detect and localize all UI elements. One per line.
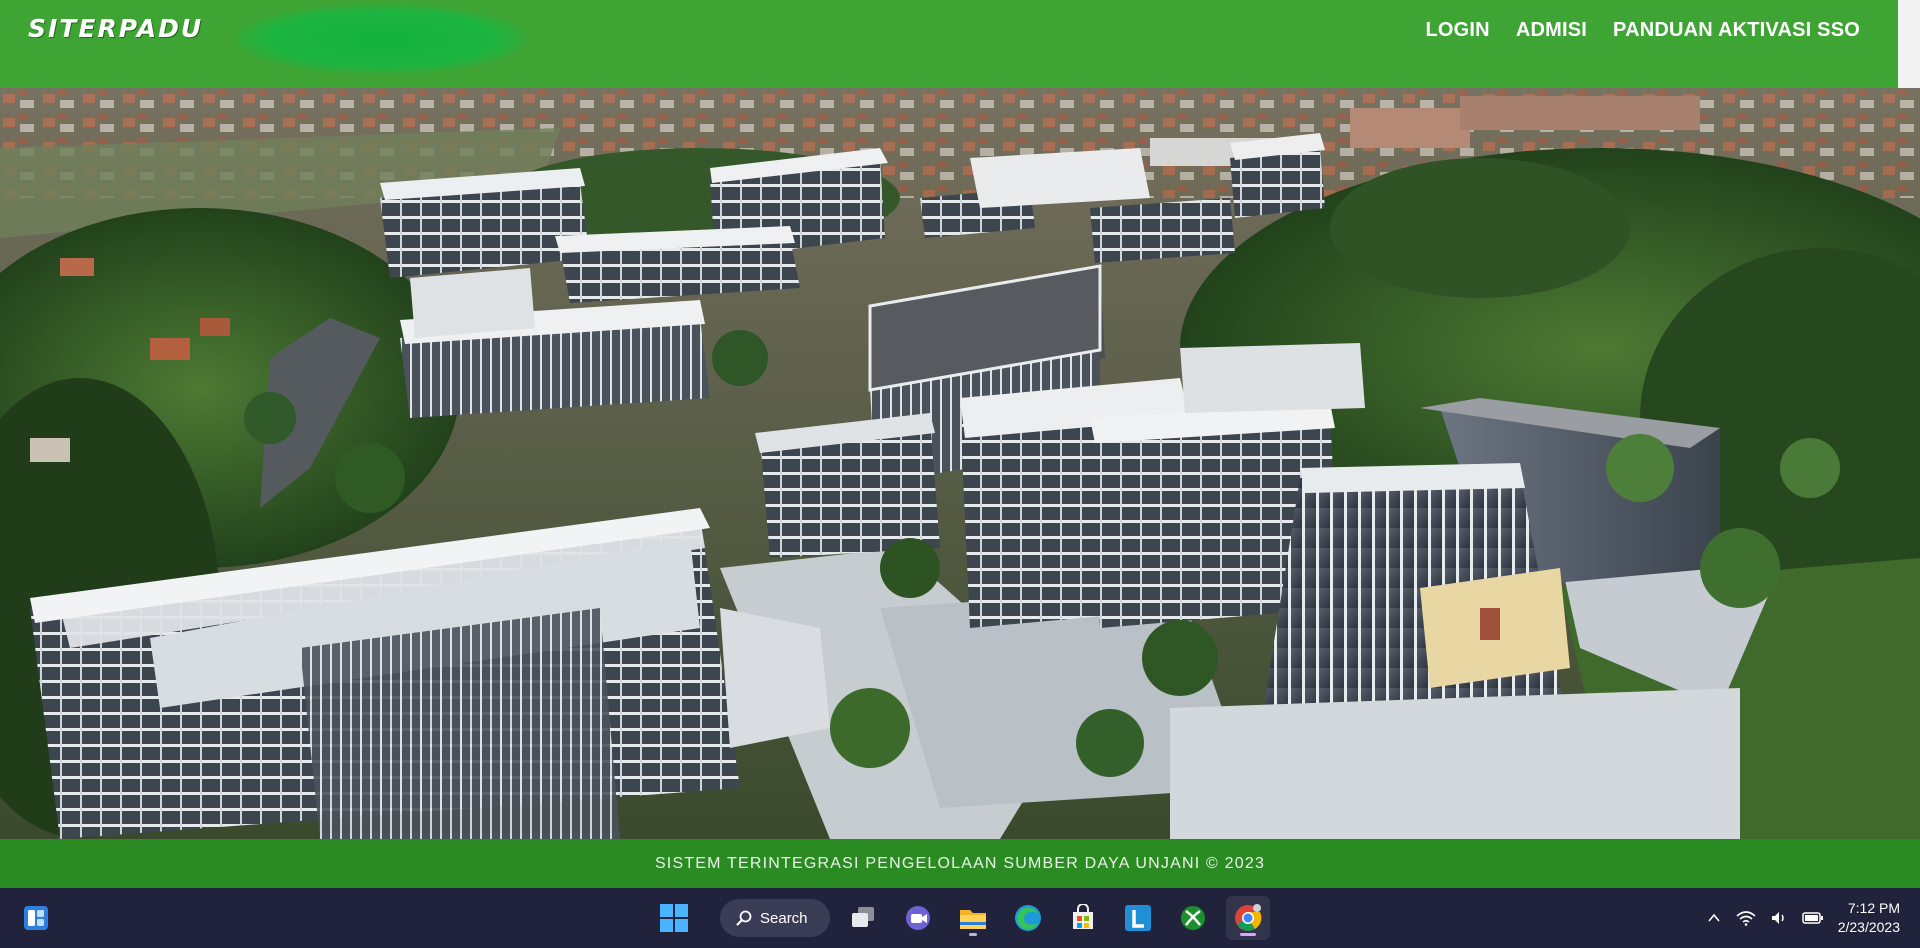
clock-date: 2/23/2023 [1837, 919, 1900, 935]
volume-icon[interactable] [1770, 910, 1788, 926]
campus-illustration [0, 88, 1920, 839]
edge-button[interactable] [1006, 896, 1050, 940]
taskbar-search-button[interactable]: Search [720, 899, 830, 937]
task-view-button[interactable] [841, 896, 885, 940]
search-label: Search [760, 909, 808, 927]
task-view-icon [852, 907, 874, 927]
search-icon [736, 910, 752, 926]
footer-copyright: SISTEM TERINTEGRASI PENGELOLAAN SUMBER D… [654, 854, 1266, 872]
taskbar-clock[interactable]: 7:12 PM 2/23/2023 [1838, 899, 1900, 937]
chat-icon [906, 906, 930, 930]
battery-icon[interactable] [1801, 911, 1824, 925]
main-nav: LOGIN ADMISI PANDUAN AKTIVASI SSO [1425, 19, 1860, 42]
running-indicator [969, 933, 977, 936]
nav-login-link[interactable]: LOGIN [1425, 19, 1489, 42]
nav-admisi-link[interactable]: ADMISI [1516, 19, 1587, 42]
active-app-indicator [1240, 933, 1256, 936]
wifi-icon[interactable] [1736, 910, 1756, 926]
start-button[interactable] [652, 896, 696, 940]
store-icon [1073, 904, 1093, 929]
system-tray: 7:12 PM 2/23/2023 [1706, 888, 1900, 948]
page-scrollbar-area[interactable] [1898, 0, 1920, 88]
nav-panduan-aktivasi-sso-link[interactable]: PANDUAN AKTIVASI SSO [1613, 19, 1860, 42]
chrome-icon [1235, 904, 1262, 931]
windows-logo-icon [660, 904, 688, 932]
top-navbar: SITERPADU LOGIN ADMISI PANDUAN AKTIVASI … [0, 0, 1898, 88]
windows-taskbar: Search 7:12 PM 2/23/2023 [0, 888, 1920, 948]
file-explorer-button[interactable] [951, 896, 995, 940]
xbox-button[interactable] [1171, 896, 1215, 940]
widgets-button[interactable] [14, 896, 58, 940]
l-app-button[interactable] [1116, 896, 1160, 940]
xbox-icon [1181, 906, 1205, 930]
clock-time: 7:12 PM [1847, 900, 1900, 916]
microsoft-store-button[interactable] [1061, 896, 1105, 940]
teams-chat-button[interactable] [896, 896, 940, 940]
page-footer: SISTEM TERINTEGRASI PENGELOLAAN SUMBER D… [0, 839, 1920, 888]
folder-icon [960, 910, 986, 929]
l-app-icon [1125, 905, 1151, 931]
chevron-up-icon[interactable] [1706, 910, 1722, 926]
redacted-logo-blob [236, 4, 528, 74]
widgets-icon [24, 906, 48, 930]
hero-image [0, 88, 1920, 839]
chrome-button[interactable] [1226, 896, 1270, 940]
edge-icon [1015, 905, 1041, 931]
site-logo[interactable]: SITERPADU [28, 14, 203, 43]
